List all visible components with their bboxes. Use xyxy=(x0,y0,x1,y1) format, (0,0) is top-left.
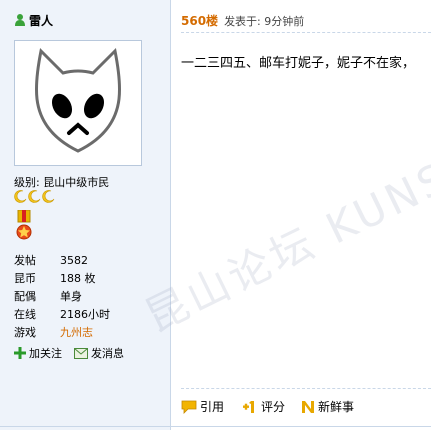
stat-row: 发帖 3582 xyxy=(14,252,110,270)
divider xyxy=(181,32,431,33)
plus-one-icon xyxy=(243,400,255,413)
stat-value: 188 枚 xyxy=(60,272,96,285)
username-text[interactable]: 雷人 xyxy=(29,12,53,29)
stat-row: 配偶 单身 xyxy=(14,288,110,306)
avatar[interactable] xyxy=(14,40,142,166)
username[interactable]: 雷人 xyxy=(14,12,53,28)
medal-icon[interactable] xyxy=(14,210,34,242)
divider xyxy=(181,388,431,389)
divider xyxy=(0,426,431,427)
stat-row: 昆币 188 枚 xyxy=(14,270,110,288)
fresh-label[interactable]: 新鲜事 xyxy=(318,398,354,415)
follow-label[interactable]: 加关注 xyxy=(29,345,62,361)
rate-label[interactable]: 评分 xyxy=(261,398,285,415)
user-actions: 加关注 发消息 xyxy=(14,345,136,361)
stat-label: 游戏 xyxy=(14,326,36,339)
stat-row: 游戏 九州志 xyxy=(14,324,110,342)
stat-label: 配偶 xyxy=(14,290,36,303)
post-header: 560楼 发表于: 9分钟前 xyxy=(181,12,304,29)
message-button[interactable]: 发消息 xyxy=(74,345,124,361)
stat-value: 2186小时 xyxy=(60,308,110,321)
game-link[interactable]: 九州志 xyxy=(60,324,93,342)
moon-icon xyxy=(42,190,55,203)
stat-label: 发帖 xyxy=(14,254,36,267)
user-icon xyxy=(15,14,25,26)
plus-icon xyxy=(14,347,26,359)
stat-row: 在线 2186小时 xyxy=(14,306,110,324)
quote-label[interactable]: 引用 xyxy=(200,398,224,415)
message-label[interactable]: 发消息 xyxy=(91,345,124,361)
stat-value: 单身 xyxy=(60,290,82,303)
follow-button[interactable]: 加关注 xyxy=(14,345,62,361)
quote-button[interactable]: 引用 xyxy=(181,398,224,415)
avatar-image xyxy=(35,47,121,153)
post-content: 一二三四五、邮车打妮子，妮子不在家， xyxy=(181,56,416,71)
rank-moons xyxy=(14,190,56,203)
user-stats: 发帖 3582 昆币 188 枚 配偶 单身 在线 2186小时 游戏 九州志 xyxy=(14,252,110,342)
post-body: 560楼 发表于: 9分钟前 一二三四五、邮车打妮子，妮子不在家， 引用 评分 … xyxy=(171,0,431,430)
n-icon xyxy=(302,400,315,413)
rate-button[interactable]: 评分 xyxy=(240,398,285,415)
stat-value: 3582 xyxy=(60,254,88,267)
user-sidebar: 雷人 级别: 昆山中级市民 发帖 3582 昆币 188 枚 配偶 单身 在线 … xyxy=(0,0,171,430)
moon-icon xyxy=(14,190,27,203)
user-level: 级别: 昆山中级市民 xyxy=(14,176,110,189)
stat-label: 在线 xyxy=(14,308,36,321)
quote-icon xyxy=(181,400,197,414)
fresh-news-button[interactable]: 新鲜事 xyxy=(301,398,354,415)
post-time: 发表于: 9分钟前 xyxy=(224,15,305,28)
post-actions: 引用 评分 新鲜事 xyxy=(181,398,370,415)
floor-number[interactable]: 560楼 xyxy=(181,12,218,29)
envelope-icon xyxy=(74,347,88,359)
stat-label: 昆币 xyxy=(14,272,36,285)
moon-icon xyxy=(28,190,41,203)
